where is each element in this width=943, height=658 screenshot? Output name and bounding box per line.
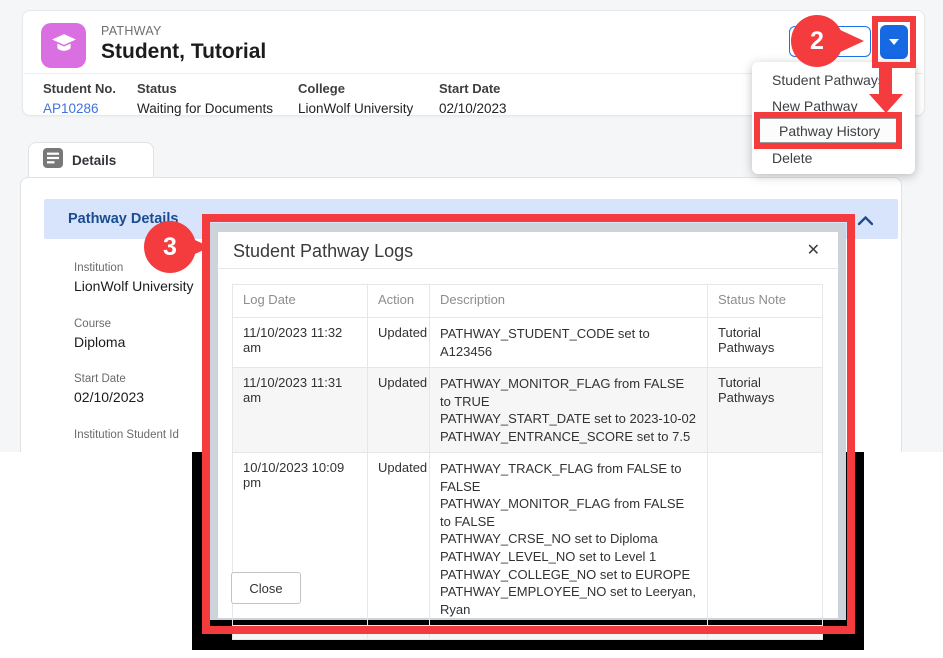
chevron-up-icon[interactable] <box>857 213 874 231</box>
field-label: Start Date <box>439 81 507 96</box>
detail-value: 02/10/2023 <box>74 389 144 405</box>
detail-label: Course <box>74 318 125 330</box>
detail-field-start-date: Start Date 02/10/2023 <box>74 373 144 405</box>
field-start-date: Start Date 02/10/2023 <box>439 81 507 116</box>
detail-value: LionWolf University <box>74 278 194 294</box>
annotation-arrow-shaft <box>879 64 892 95</box>
field-label: Status <box>137 81 273 96</box>
field-label: Student No. <box>43 81 116 96</box>
student-no-link[interactable]: AP10286 <box>43 101 116 116</box>
pathway-entity-icon <box>41 23 86 68</box>
field-label: College <box>298 81 413 96</box>
field-status: Status Waiting for Documents <box>137 81 273 116</box>
record-type-label: PATHWAY <box>101 24 162 38</box>
tab-label: Details <box>72 153 116 168</box>
detail-label: Start Date <box>74 373 144 385</box>
graduation-cap-icon <box>49 29 79 62</box>
annotation-balloon-3-tail <box>182 234 210 260</box>
annotation-arrow-down-icon <box>869 94 903 113</box>
annotation-rect-pathway-history <box>754 112 902 149</box>
details-icon <box>43 148 63 173</box>
detail-value: Diploma <box>74 334 125 350</box>
field-value: Waiting for Documents <box>137 101 273 116</box>
annotation-rect-modal <box>202 214 855 634</box>
tab-details[interactable]: Details <box>28 142 154 178</box>
page-title: Student, Tutorial <box>101 40 266 64</box>
field-value: 02/10/2023 <box>439 101 507 116</box>
field-student-no: Student No. AP10286 <box>43 81 116 116</box>
field-college: College LionWolf University <box>298 81 413 116</box>
screenshot-canvas: PATHWAY Student, Tutorial Student No. AP… <box>0 0 943 658</box>
detail-field-course: Course Diploma <box>74 318 125 350</box>
detail-label: Institution Student Id <box>74 429 179 441</box>
field-value: LionWolf University <box>298 101 413 116</box>
annotation-rect-dropdown <box>872 16 916 68</box>
annotation-balloon-2-tail <box>836 28 864 54</box>
detail-field-institution-student-id: Institution Student Id <box>74 429 179 445</box>
